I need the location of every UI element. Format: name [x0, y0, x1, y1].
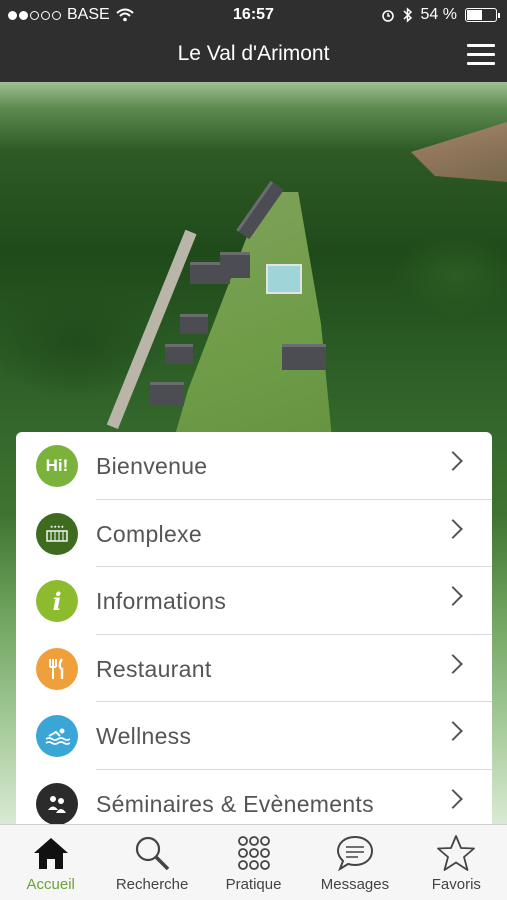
cutlery-icon	[36, 647, 78, 690]
menu-item-complexe[interactable]: ★★★★ Complexe	[16, 500, 492, 567]
search-icon	[136, 836, 170, 871]
menu-item-informations[interactable]: i Informations	[16, 567, 492, 635]
menu-item-label: Complexe	[96, 520, 202, 547]
top-bar: BASE 16:57 54 % Le Val d'Arimont	[0, 0, 507, 82]
complex-building-icon: ★★★★	[36, 512, 78, 555]
tab-favoris[interactable]: Favoris	[406, 825, 507, 900]
tab-accueil[interactable]: Accueil	[0, 825, 101, 900]
star-icon	[437, 835, 476, 871]
battery-icon	[465, 8, 500, 22]
menu-item-label: Restaurant	[96, 655, 212, 682]
meeting-icon	[36, 782, 78, 824]
menu-item-label: Informations	[96, 588, 227, 614]
chevron-right-icon	[443, 653, 463, 674]
hi-bubble-icon: Hi!	[36, 445, 78, 487]
menu-item-wellness[interactable]: Wellness	[16, 702, 492, 770]
tab-label: Accueil	[26, 876, 75, 893]
menu-item-label: Bienvenue	[96, 453, 208, 479]
tab-label: Recherche	[115, 876, 189, 893]
status-bar: BASE 16:57 54 %	[0, 0, 507, 30]
battery-percent: 54 %	[420, 6, 457, 23]
tab-label: Pratique	[225, 876, 282, 893]
page-title: Le Val d'Arimont	[177, 42, 330, 65]
grid-icon	[237, 836, 270, 870]
tab-recherche[interactable]: Recherche	[101, 825, 202, 900]
tab-bar: Accueil Recherche Pratique Messages Favo…	[0, 824, 507, 900]
tab-messages[interactable]: Messages	[304, 825, 405, 900]
menu-item-label: Séminaires & Evènements	[96, 790, 374, 817]
status-right: 54 %	[381, 6, 500, 24]
info-icon: i	[36, 580, 78, 622]
chevron-right-icon	[443, 586, 463, 606]
chat-bubble-icon	[336, 835, 373, 872]
swim-icon	[36, 715, 78, 757]
main-menu: Hi! Bienvenue ★★★★ Complexe i Informatio…	[16, 432, 492, 824]
chevron-right-icon	[443, 451, 463, 471]
hamburger-icon[interactable]	[467, 44, 495, 66]
alarm-icon	[381, 10, 394, 22]
svg-text:★★★★: ★★★★	[50, 524, 65, 529]
chevron-right-icon	[443, 788, 463, 809]
tab-label: Favoris	[431, 876, 481, 893]
menu-item-restaurant[interactable]: Restaurant	[16, 635, 492, 702]
tab-label: Messages	[320, 876, 390, 893]
bluetooth-icon	[403, 7, 412, 23]
tab-pratique[interactable]: Pratique	[203, 825, 304, 900]
menu-item-bienvenue[interactable]: Hi! Bienvenue	[16, 432, 492, 500]
menu-item-label: Wellness	[96, 723, 192, 749]
chevron-right-icon	[443, 721, 463, 741]
menu-item-seminaires[interactable]: Séminaires & Evènements	[16, 770, 492, 824]
home-icon	[33, 838, 68, 869]
chevron-right-icon	[443, 518, 463, 539]
